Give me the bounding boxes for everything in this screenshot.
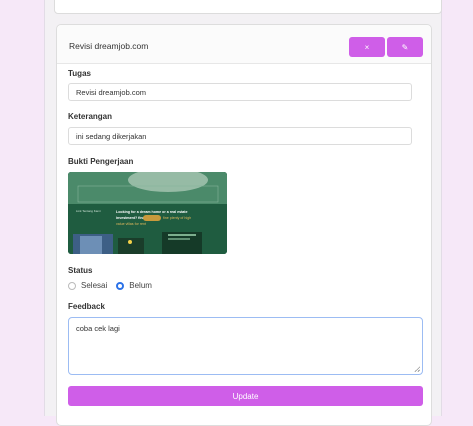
card-header: Revisi dreamjob.com × ✎ xyxy=(57,25,431,64)
radio-belum-label: Belum xyxy=(129,281,152,290)
svg-text:value villas for rent: value villas for rent xyxy=(116,222,146,226)
update-button[interactable]: Update xyxy=(68,386,423,406)
proof-image[interactable]: Link Tentang Kami Looking for a dream ho… xyxy=(68,172,227,254)
keterangan-input[interactable]: ini sedang dikerjakan xyxy=(68,127,412,145)
svg-text:Looking for a dream home or a: Looking for a dream home or a real estat… xyxy=(116,210,188,214)
feedback-textarea[interactable]: coba cek lagi xyxy=(68,317,423,375)
status-label: Status xyxy=(68,266,93,275)
feedback-label: Feedback xyxy=(68,302,105,311)
bukti-label: Bukti Pengerjaan xyxy=(68,157,134,166)
radio-selesai[interactable] xyxy=(68,281,76,290)
status-radio-group: Selesai Belum xyxy=(68,281,152,290)
keterangan-label: Keterangan xyxy=(68,112,113,121)
close-icon: × xyxy=(364,42,370,52)
radio-selesai-label: Selesai xyxy=(81,281,108,290)
svg-text:fine plenty of high: fine plenty of high xyxy=(163,216,191,220)
svg-text:investment? find: investment? find xyxy=(116,216,145,220)
tugas-label: Tugas xyxy=(68,69,91,78)
radio-belum[interactable] xyxy=(116,281,125,290)
feedback-text: coba cek lagi xyxy=(76,324,120,333)
tugas-input[interactable]: Revisi dreamjob.com xyxy=(68,83,412,101)
previous-card xyxy=(54,0,442,14)
card-title: Revisi dreamjob.com xyxy=(69,41,149,51)
close-button[interactable]: × xyxy=(349,37,385,57)
proof-image-graphic: Link Tentang Kami Looking for a dream ho… xyxy=(68,172,227,254)
svg-text:Link Tentang Kami: Link Tentang Kami xyxy=(76,209,101,213)
resize-handle-icon[interactable] xyxy=(414,366,420,372)
edit-button[interactable]: ✎ xyxy=(387,37,423,57)
task-card: Revisi dreamjob.com × ✎ Tugas Revisi dre… xyxy=(56,24,432,426)
edit-icon: ✎ xyxy=(401,42,409,52)
